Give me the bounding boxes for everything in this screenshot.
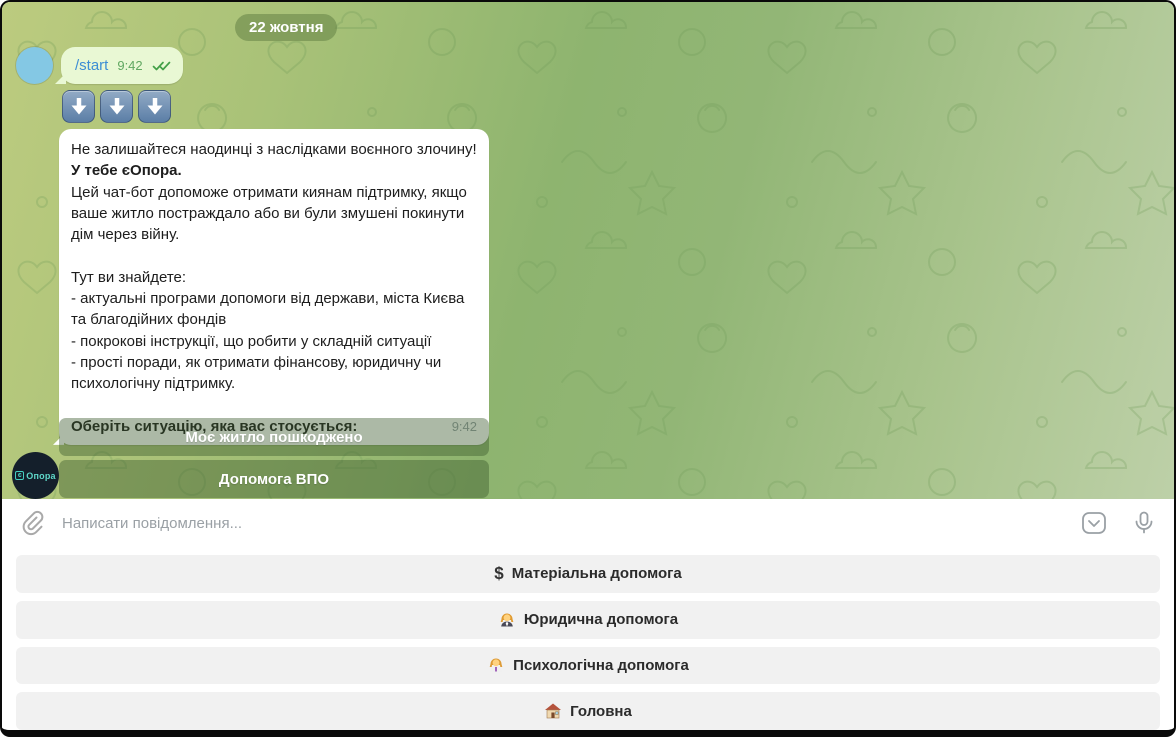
- down-arrow-emoji: [62, 90, 95, 123]
- message-input[interactable]: Написати повідомлення...: [62, 515, 1080, 532]
- bot-logo-icon: є: [15, 471, 24, 480]
- double-check-icon: [152, 60, 171, 72]
- user-avatar[interactable]: [16, 47, 53, 84]
- outgoing-message-bubble: /start 9:42: [61, 47, 183, 84]
- paperclip-icon[interactable]: [20, 510, 46, 536]
- message-time: 9:42: [117, 58, 142, 73]
- woman-health-worker-emoji: [487, 656, 505, 674]
- keyboard-button-legal-help[interactable]: Юридична допомога: [16, 601, 1160, 639]
- message-composer: Написати повідомлення...: [2, 499, 1174, 547]
- keyboard-button-label: Матеріальна допомога: [512, 565, 682, 582]
- down-arrow-emoji: [100, 90, 133, 123]
- bot-message-body: Цей чат-бот допоможе отримати киянам під…: [71, 182, 477, 395]
- keyboard-button-home[interactable]: Головна: [16, 692, 1160, 730]
- start-command-link[interactable]: /start: [75, 57, 108, 74]
- keyboard-button-label: Юридична допомога: [524, 611, 678, 628]
- keyboard-button-label: Психологічна допомога: [513, 657, 689, 674]
- bot-avatar-label: Опора: [26, 471, 55, 481]
- inline-button-housing-damaged[interactable]: Моє житло пошкоджено: [59, 418, 489, 456]
- keyboard-button-psych-help[interactable]: Психологічна допомога: [16, 647, 1160, 685]
- arrows-emoji-message: [62, 90, 171, 123]
- keyboard-button-label: Головна: [570, 703, 632, 720]
- heavy-dollar-sign-emoji: $: [494, 563, 503, 584]
- bot-reply-keyboard: $ Матеріальна допомога Юридична допомога: [2, 547, 1174, 730]
- down-arrow-emoji: [138, 90, 171, 123]
- telegram-chat-window: 22 жовтня /start 9:42: [0, 0, 1176, 737]
- woman-judge-emoji: [498, 611, 516, 629]
- date-badge[interactable]: 22 жовтня: [235, 14, 337, 41]
- keyboard-button-material-help[interactable]: $ Матеріальна допомога: [16, 555, 1160, 593]
- chat-message-area: 22 жовтня /start 9:42: [2, 2, 1174, 499]
- bot-avatar[interactable]: є Опора: [12, 452, 59, 499]
- bot-message-bubble: Не залишайтеся наодинці з наслідками воє…: [59, 129, 489, 445]
- keyboard-hide-icon[interactable]: [1080, 510, 1108, 536]
- microphone-icon[interactable]: [1132, 510, 1156, 536]
- inline-button-idp-help[interactable]: Допомога ВПО: [59, 460, 489, 498]
- bot-message-intro: Не залишайтеся наодинці з наслідками воє…: [71, 139, 477, 182]
- house-emoji: [544, 702, 562, 720]
